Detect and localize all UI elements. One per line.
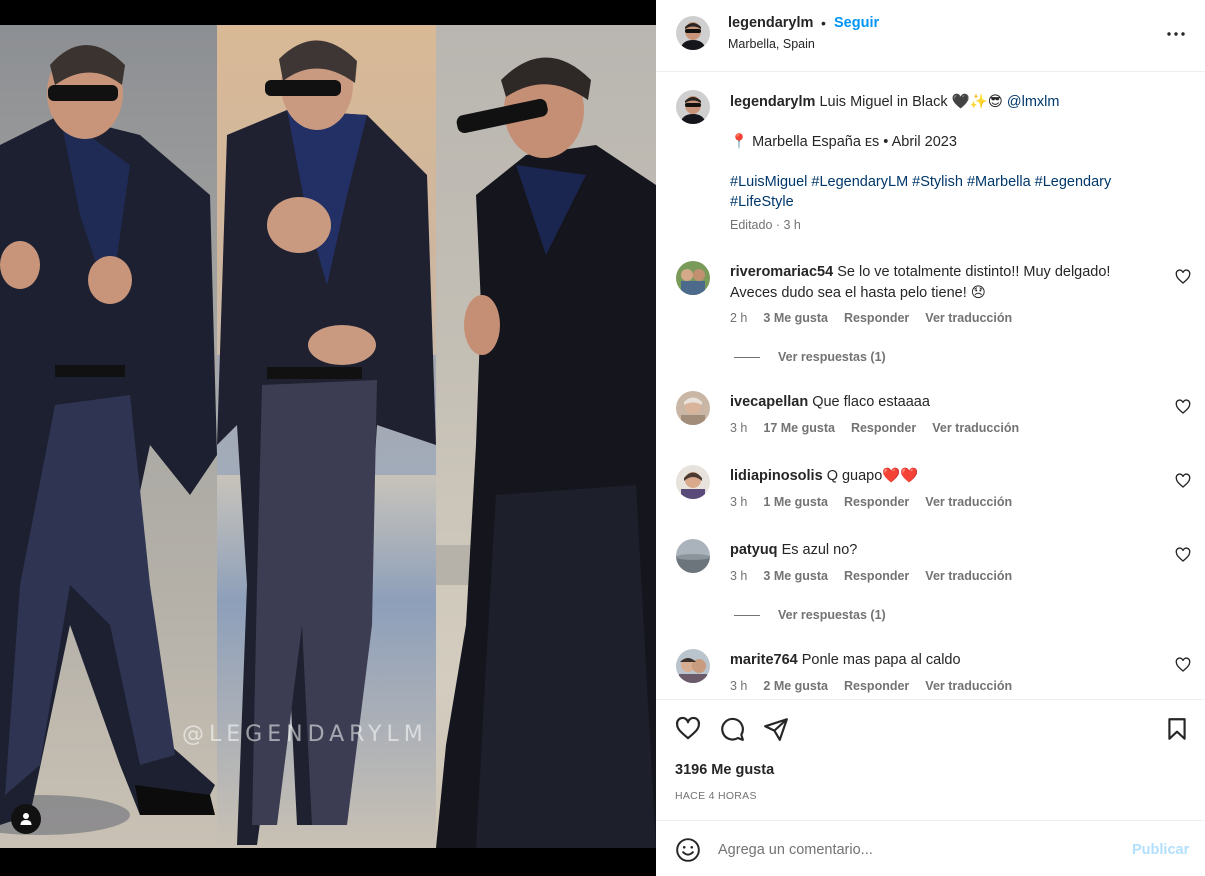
caption: legendarylm Luis Miguel in Black 🖤✨😎 @lm… (730, 92, 1160, 212)
heart-icon[interactable] (1175, 399, 1191, 415)
comment-time: 3 h (730, 569, 748, 583)
reply-button[interactable]: Responder (844, 569, 909, 583)
heart-icon[interactable] (1175, 657, 1191, 673)
commenter-avatar[interactable] (676, 391, 710, 425)
comment-time: 3 h (730, 679, 748, 693)
post-actions: 3196 Me gusta HACE 4 HORAS (656, 699, 1205, 821)
comment-meta: 3 h 1 Me gusta Responder Ver traducción (730, 495, 1028, 509)
comment-text: lidiapinosolis Q guapo❤️❤️ (730, 466, 1150, 487)
replies-line (734, 614, 760, 616)
translate-button[interactable]: Ver traducción (925, 311, 1012, 325)
caption-meta: Editado · 3 h (730, 218, 801, 232)
translate-button[interactable]: Ver traducción (925, 569, 1012, 583)
post-header: legendarylm • Seguir Marbella, Spain (656, 0, 1205, 72)
view-replies-label: Ver respuestas (1) (778, 608, 886, 622)
caption-hashtags[interactable]: #LuisMiguel #LegendaryLM #Stylish #Marbe… (730, 172, 1160, 212)
translate-button[interactable]: Ver traducción (925, 495, 1012, 509)
heart-icon[interactable] (1175, 547, 1191, 563)
person-figure-3 (436, 57, 656, 848)
heart-icon[interactable] (1175, 473, 1191, 489)
caption-location-line: 📍 Marbella España ᴇs • Abril 2023 (730, 134, 957, 150)
replies-line (734, 356, 760, 358)
comment-time: 2 h (730, 311, 748, 325)
comment-composer: Publicar (656, 822, 1205, 876)
like-heart-icon[interactable] (675, 716, 701, 742)
comment-meta: 3 h 3 Me gusta Responder Ver traducción (730, 569, 1028, 583)
reply-button[interactable]: Responder (844, 679, 909, 693)
comment-meta: 3 h 2 Me gusta Responder Ver traducción (730, 679, 1028, 693)
view-replies-button[interactable]: Ver respuestas (1) (734, 350, 886, 364)
share-plane-icon[interactable] (763, 716, 789, 742)
header-separator: • (821, 15, 826, 31)
instagram-post-modal: @LEGENDARYLM legendarylm • Seguir Marbel… (0, 0, 1205, 876)
comment-input[interactable] (718, 838, 1108, 862)
comment-username[interactable]: marite764 (730, 652, 798, 668)
comment-text: riveromariac54 Se lo ve totalmente disti… (730, 262, 1150, 304)
photo-panel-3 (436, 25, 656, 848)
comment-likes[interactable]: 2 Me gusta (763, 679, 828, 693)
comments-list[interactable]: legendarylm Luis Miguel in Black 🖤✨😎 @lm… (656, 73, 1205, 699)
comment-likes[interactable]: 3 Me gusta (763, 311, 828, 325)
reply-button[interactable]: Responder (844, 495, 909, 509)
caption-text: Luis Miguel in Black 🖤✨😎 (819, 94, 1003, 110)
commenter-avatar[interactable] (676, 649, 710, 683)
save-bookmark-icon[interactable] (1164, 716, 1190, 742)
view-replies-label: Ver respuestas (1) (778, 350, 886, 364)
publish-button[interactable]: Publicar (1132, 842, 1189, 858)
comment-bubble-icon[interactable] (719, 716, 745, 742)
person-icon (20, 813, 32, 825)
post-time: HACE 4 HORAS (675, 790, 757, 802)
emoji-icon[interactable] (675, 837, 701, 863)
caption-username[interactable]: legendarylm (730, 94, 815, 110)
comment-text: patyuq Es azul no? (730, 540, 1150, 561)
comment-body: Q guapo❤️❤️ (826, 468, 919, 484)
follow-button[interactable]: Seguir (834, 15, 879, 31)
caption-avatar[interactable] (676, 90, 710, 124)
comment-username[interactable]: ivecapellan (730, 394, 808, 410)
commenter-avatar[interactable] (676, 261, 710, 295)
comment-likes[interactable]: 3 Me gusta (763, 569, 828, 583)
caption-mention[interactable]: @lmxlm (1007, 94, 1060, 110)
reply-button[interactable]: Responder (844, 311, 909, 325)
likes-count[interactable]: 3196 Me gusta (675, 762, 774, 778)
comment-text: ivecapellan Que flaco estaaaa (730, 392, 1150, 413)
comment-time: 3 h (730, 495, 748, 509)
comment-body: Que flaco estaaaa (812, 394, 930, 410)
comment-text: marite764 Ponle mas papa al caldo (730, 650, 1150, 671)
comment-meta: 2 h 3 Me gusta Responder Ver traducción (730, 311, 1028, 325)
comment-likes[interactable]: 17 Me gusta (763, 421, 835, 435)
commenter-avatar[interactable] (676, 465, 710, 499)
reply-button[interactable]: Responder (851, 421, 916, 435)
heart-icon[interactable] (1175, 269, 1191, 285)
comment-username[interactable]: patyuq (730, 542, 778, 558)
comment-likes[interactable]: 1 Me gusta (763, 495, 828, 509)
post-location[interactable]: Marbella, Spain (728, 37, 815, 51)
comment-time: 3 h (730, 421, 748, 435)
comment-body: Ponle mas papa al caldo (801, 652, 961, 668)
tagged-user-button[interactable] (11, 804, 41, 834)
translate-button[interactable]: Ver traducción (932, 421, 1019, 435)
photo-watermark: @LEGENDARYLM (182, 722, 428, 747)
post-media: @LEGENDARYLM (0, 0, 656, 876)
author-username[interactable]: legendarylm (728, 15, 813, 31)
comment-meta: 3 h 17 Me gusta Responder Ver traducción (730, 421, 1035, 435)
more-options-icon[interactable] (1164, 22, 1188, 46)
author-avatar[interactable] (676, 16, 710, 50)
comment-body: Es azul no? (781, 542, 858, 558)
comment-username[interactable]: lidiapinosolis (730, 468, 823, 484)
commenter-avatar[interactable] (676, 539, 710, 573)
comment-username[interactable]: riveromariac54 (730, 264, 833, 280)
view-replies-button[interactable]: Ver respuestas (1) (734, 608, 886, 622)
translate-button[interactable]: Ver traducción (925, 679, 1012, 693)
post-details-panel: legendarylm • Seguir Marbella, Spain leg… (656, 0, 1205, 876)
